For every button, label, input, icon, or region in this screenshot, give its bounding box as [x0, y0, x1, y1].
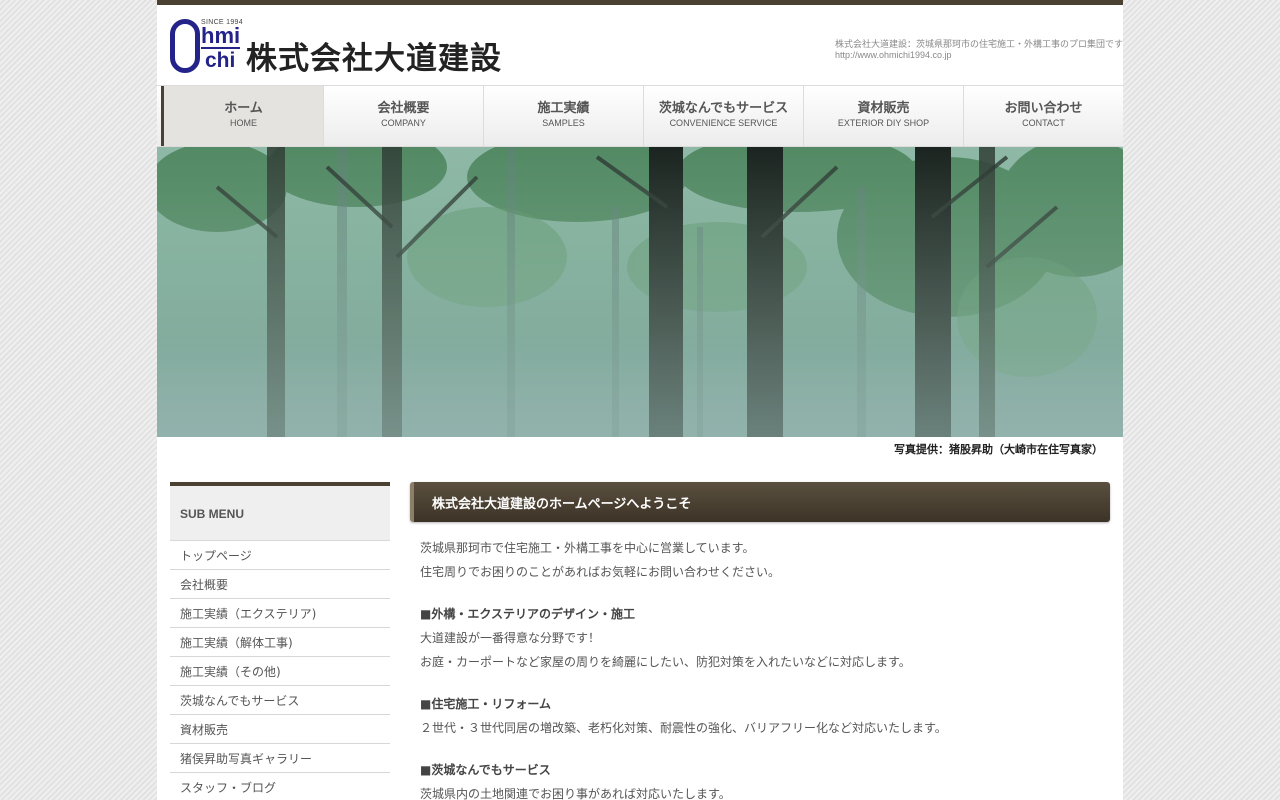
section-title-service: ■茨城なんでもサービス — [420, 763, 551, 777]
photo-credit: 写真提供：猪股昇助（大崎市在住写真家） — [894, 443, 1103, 456]
section-text: お庭・カーポートなど家屋の周りを綺麗にしたい、防犯対策を入れたいなどに対応します… — [420, 655, 911, 669]
nav-label-jp: 資材販売 — [857, 101, 910, 116]
sub-menu-item-other[interactable]: 施工実績（その他) — [170, 657, 390, 686]
page-container: SINCE 1994 hmi chi 株式会社大道建設 株式会社大道建設：茨城県… — [157, 0, 1123, 800]
welcome-body: 茨城県那珂市で住宅施工・外構工事を中心に営業しています。 住宅周りでお困りのこと… — [410, 522, 1110, 800]
nav-label-jp: ホーム — [224, 101, 263, 116]
nav-label-en: HOME — [230, 118, 257, 128]
logo-o-ring — [170, 19, 200, 73]
nav-label-jp: 会社概要 — [377, 101, 430, 116]
nav-label-jp: 茨城なんでもサービス — [658, 101, 789, 116]
sub-menu-item-top[interactable]: トップページ — [170, 541, 390, 570]
company-logo[interactable]: SINCE 1994 hmi chi — [170, 19, 243, 77]
intro-line: 住宅周りでお困りのことがあればお気軽にお問い合わせください。 — [420, 565, 781, 579]
nav-label-en: COMPANY — [381, 118, 426, 128]
logo-hmi-text: hmi — [201, 23, 241, 49]
nav-item-convenience-service[interactable]: 茨城なんでもサービス CONVENIENCE SERVICE — [643, 86, 803, 146]
nav-label-en: EXTERIOR DIY SHOP — [837, 118, 930, 128]
welcome-heading: 株式会社大道建設のホームページへようこそ — [410, 482, 1110, 522]
section-title-housing: ■住宅施工・リフォーム — [420, 697, 551, 711]
site-url: http://www.ohmichi1994.co.jp — [835, 50, 952, 60]
section-title-exterior: ■外構・エクステリアのデザイン・施工 — [420, 607, 635, 621]
sub-menu-item-blog[interactable]: スタッフ・ブログ — [170, 773, 390, 800]
section-text: ２世代・３世代同居の増改築、老朽化対策、耐震性の強化、バリアフリー化など対応いた… — [420, 721, 947, 735]
nav-label-en: CONVENIENCE SERVICE — [669, 118, 778, 128]
sub-menu-item-exterior[interactable]: 施工実績（エクステリア) — [170, 599, 390, 628]
sub-menu-item-service[interactable]: 茨城なんでもサービス — [170, 686, 390, 715]
section-text: 大道建設が一番得意な分野です！ — [420, 631, 601, 645]
nav-label-jp: お問い合わせ — [1004, 101, 1083, 116]
section-text: 茨城県内の土地関連でお困り事があれば対応いたします。 — [420, 787, 731, 800]
forest-illustration — [157, 147, 1123, 437]
company-name: 株式会社大道建設 — [246, 41, 502, 77]
intro-line: 茨城県那珂市で住宅施工・外構工事を中心に営業しています。 — [420, 541, 755, 555]
sub-menu-item-company[interactable]: 会社概要 — [170, 570, 390, 599]
sub-menu-heading: SUB MENU — [170, 482, 390, 541]
tagline-text: 株式会社大道建設：茨城県那珂市の住宅施工・外構工事のプロ集団です — [835, 39, 1123, 49]
nav-item-home[interactable]: ホーム HOME — [161, 86, 323, 146]
sub-menu: SUB MENU トップページ 会社概要 施工実績（エクステリア) 施工実績（解… — [170, 482, 390, 800]
hero-forest-image — [157, 147, 1123, 437]
sub-menu-item-materials[interactable]: 資材販売 — [170, 715, 390, 744]
sub-menu-item-gallery[interactable]: 猪俣昇助写真ギャラリー — [170, 744, 390, 773]
nav-label-jp: 施工実績 — [537, 101, 590, 116]
nav-item-company[interactable]: 会社概要 COMPANY — [323, 86, 483, 146]
nav-label-en: CONTACT — [1022, 118, 1065, 128]
nav-item-samples[interactable]: 施工実績 SAMPLES — [483, 86, 643, 146]
site-header: SINCE 1994 hmi chi 株式会社大道建設 株式会社大道建設：茨城県… — [157, 5, 1123, 85]
global-nav: ホーム HOME 会社概要 COMPANY 施工実績 SAMPLES 茨城なんで… — [157, 85, 1123, 147]
header-tagline: 株式会社大道建設：茨城県那珂市の住宅施工・外構工事のプロ集団です http://… — [835, 39, 1123, 61]
nav-item-diy-shop[interactable]: 資材販売 EXTERIOR DIY SHOP — [803, 86, 963, 146]
nav-label-en: SAMPLES — [542, 118, 585, 128]
sub-menu-item-demolition[interactable]: 施工実績（解体工事) — [170, 628, 390, 657]
logo-chi-text: chi — [205, 49, 236, 72]
main-content: 株式会社大道建設のホームページへようこそ 茨城県那珂市で住宅施工・外構工事を中心… — [410, 482, 1110, 800]
nav-item-contact[interactable]: お問い合わせ CONTACT — [963, 86, 1123, 146]
